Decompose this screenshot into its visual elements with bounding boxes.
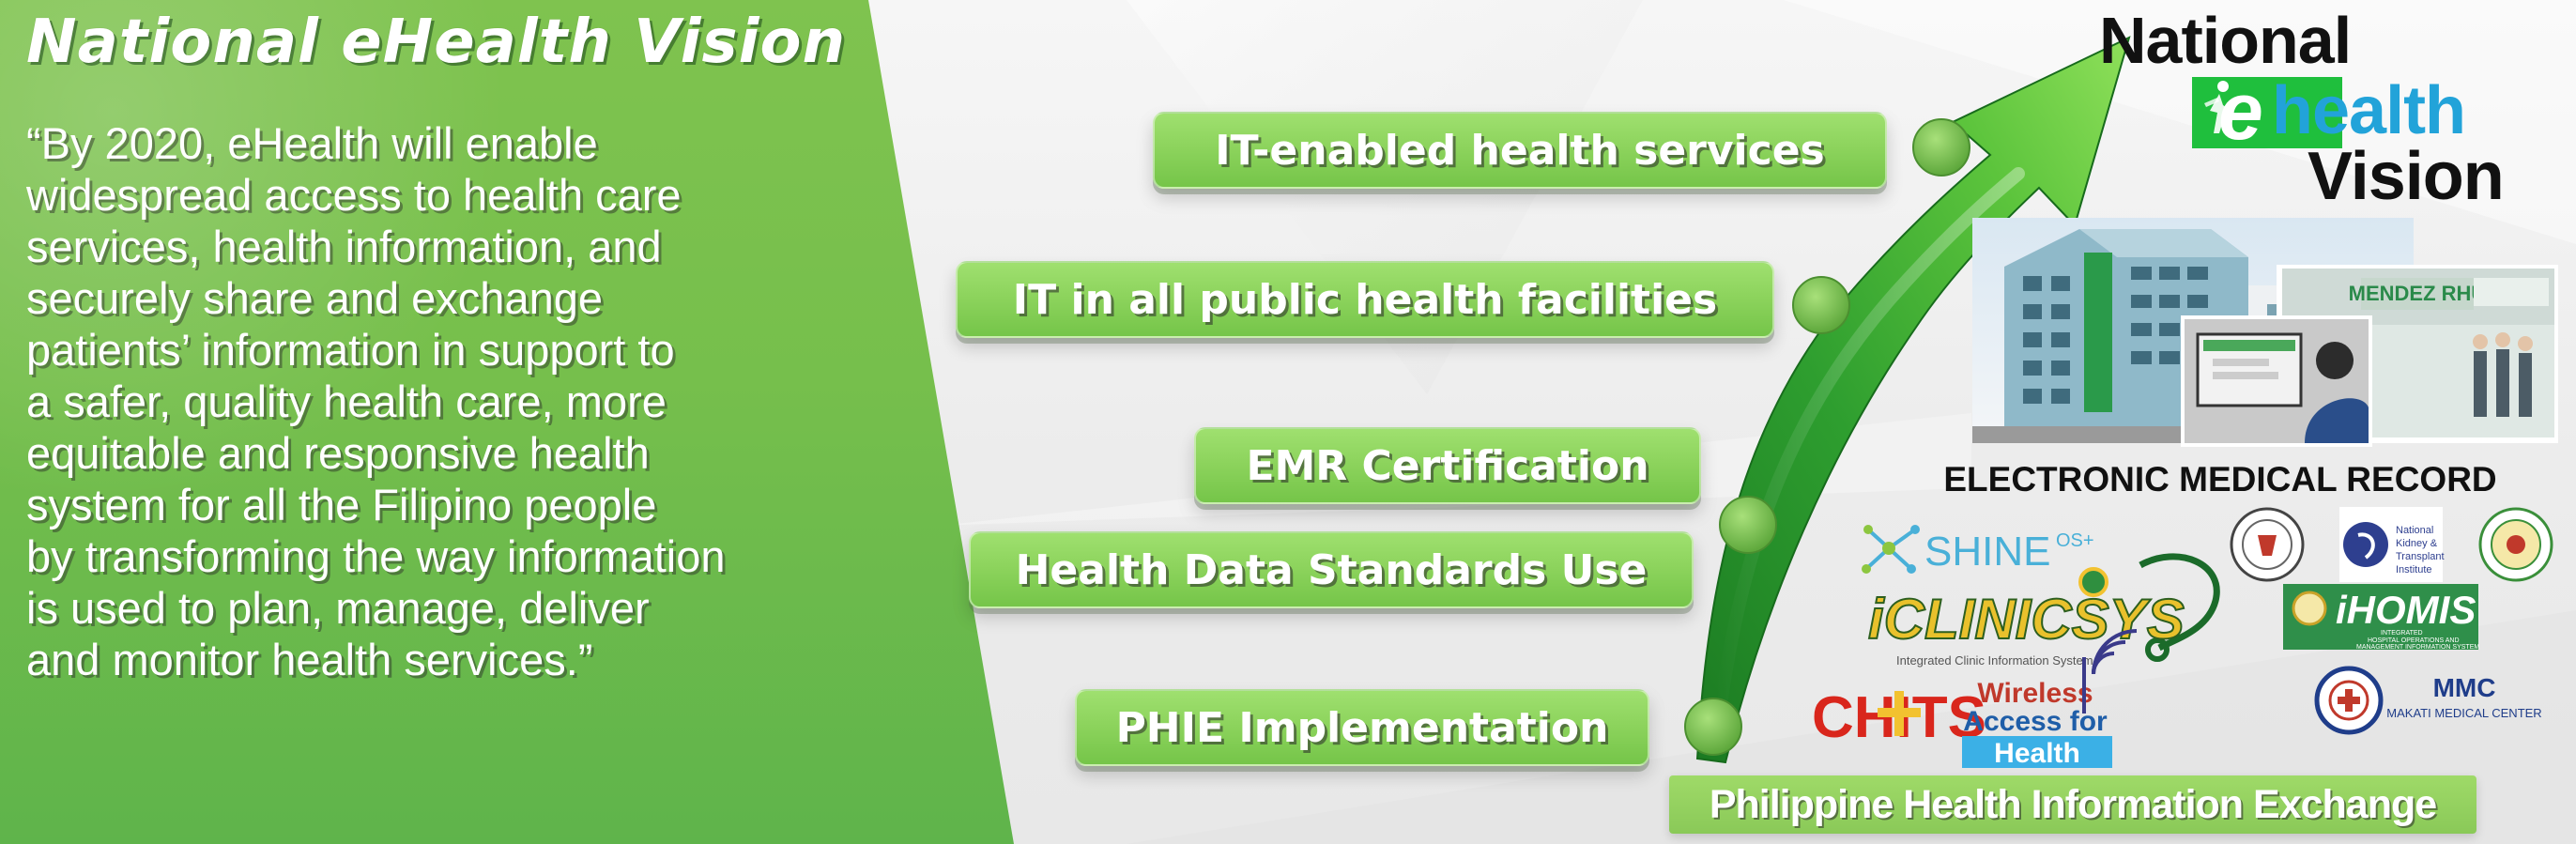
svg-text:National: National bbox=[2396, 525, 2433, 536]
quote-line: “By 2020, eHealth will enable bbox=[26, 118, 598, 168]
quote-line: equitable and responsive health bbox=[26, 428, 650, 478]
svg-text:Institute: Institute bbox=[2396, 564, 2432, 575]
government-seal-logo bbox=[2478, 507, 2553, 582]
milestone-data-standards: Health Data Standards Use bbox=[969, 531, 1694, 608]
quote-line: by transforming the way information bbox=[26, 531, 726, 581]
logo-vision: Vision bbox=[2308, 139, 2505, 214]
svg-text:Kidney &: Kidney & bbox=[2396, 538, 2438, 549]
wah-logo: Wireless Access for Health bbox=[1962, 629, 2138, 769]
svg-text:iHOMIS: iHOMIS bbox=[2336, 588, 2476, 632]
svg-text:OS+: OS+ bbox=[2056, 530, 2094, 551]
svg-text:MANAGEMENT INFORMATION SYSTEM: MANAGEMENT INFORMATION SYSTEM bbox=[2356, 644, 2479, 651]
quote-line: system for all the Filipino people bbox=[26, 480, 657, 529]
mmc-logo: MMC MAKATI MEDICAL CENTER bbox=[2386, 673, 2541, 720]
rhu-sign: MENDEZ RHU bbox=[2349, 282, 2487, 305]
svg-text:Transplant: Transplant bbox=[2396, 551, 2445, 562]
milestone-phie-implementation: PHIE Implementation bbox=[1075, 689, 1649, 766]
medical-center-seal-logo bbox=[2314, 666, 2384, 735]
svg-text:SHINE: SHINE bbox=[1924, 529, 2050, 575]
quote-line: widespread access to health care bbox=[26, 170, 682, 220]
running-figure-icon bbox=[2204, 81, 2234, 133]
svg-text:Wireless: Wireless bbox=[1977, 678, 2093, 709]
emr-caption: ELECTRONIC MEDICAL RECORD bbox=[1943, 460, 2497, 499]
chits-logo: CHITS bbox=[1812, 685, 1986, 750]
quote-line: securely share and exchange bbox=[26, 273, 604, 323]
quote-line: a safer, quality health care, more bbox=[26, 376, 667, 426]
milestone-emr-certification: EMR Certification bbox=[1194, 427, 1701, 504]
shine-logo: SHINE OS+ bbox=[1862, 525, 2094, 575]
hospital-photo-collage: MENDEZ RHU bbox=[1972, 218, 2558, 447]
phie-banner: Philippine Health Information Exchange bbox=[1669, 775, 2476, 834]
partner-logos: SHINE OS+ National Kidney & Transplant I… bbox=[1812, 507, 2553, 769]
milestone-it-public-facilities: IT in all public health facilities bbox=[956, 261, 1774, 338]
slide: National eHealth Vision “By 2020, eHealt… bbox=[0, 0, 2576, 844]
svg-text:MMC: MMC bbox=[2433, 673, 2496, 702]
quote-line: is used to plan, manage, deliver bbox=[26, 583, 650, 633]
milestone-it-enabled-services: IT-enabled health services bbox=[1153, 112, 1887, 189]
svg-text:HOSPITAL OPERATIONS AND: HOSPITAL OPERATIONS AND bbox=[2368, 637, 2460, 644]
logo-health: health bbox=[2272, 73, 2466, 148]
quote-line: and monitor health services.” bbox=[26, 635, 593, 684]
logo-national: National bbox=[2099, 4, 2352, 77]
svg-text:iCLINICSYS: iCLINICSYS bbox=[1868, 588, 2185, 651]
svg-text:Integrated Clinic Information: Integrated Clinic Information System bbox=[1896, 653, 2093, 668]
hospital-seal-logo bbox=[2230, 507, 2305, 582]
svg-text:Health: Health bbox=[1994, 738, 2080, 769]
ihomis-logo: iHOMIS INTEGRATED HOSPITAL OPERATIONS AN… bbox=[2283, 584, 2479, 651]
quote-line: services, health information, and bbox=[26, 222, 662, 271]
page-title: National eHealth Vision bbox=[26, 8, 847, 77]
svg-text:MAKATI MEDICAL CENTER: MAKATI MEDICAL CENTER bbox=[2386, 706, 2541, 720]
quote-line: patients’ information in support to bbox=[26, 325, 675, 375]
nkti-logo: National Kidney & Transplant Institute bbox=[2339, 507, 2445, 582]
svg-text:INTEGRATED: INTEGRATED bbox=[2381, 630, 2423, 637]
vision-quote: “By 2020, eHealth will enable widespread… bbox=[26, 117, 899, 685]
